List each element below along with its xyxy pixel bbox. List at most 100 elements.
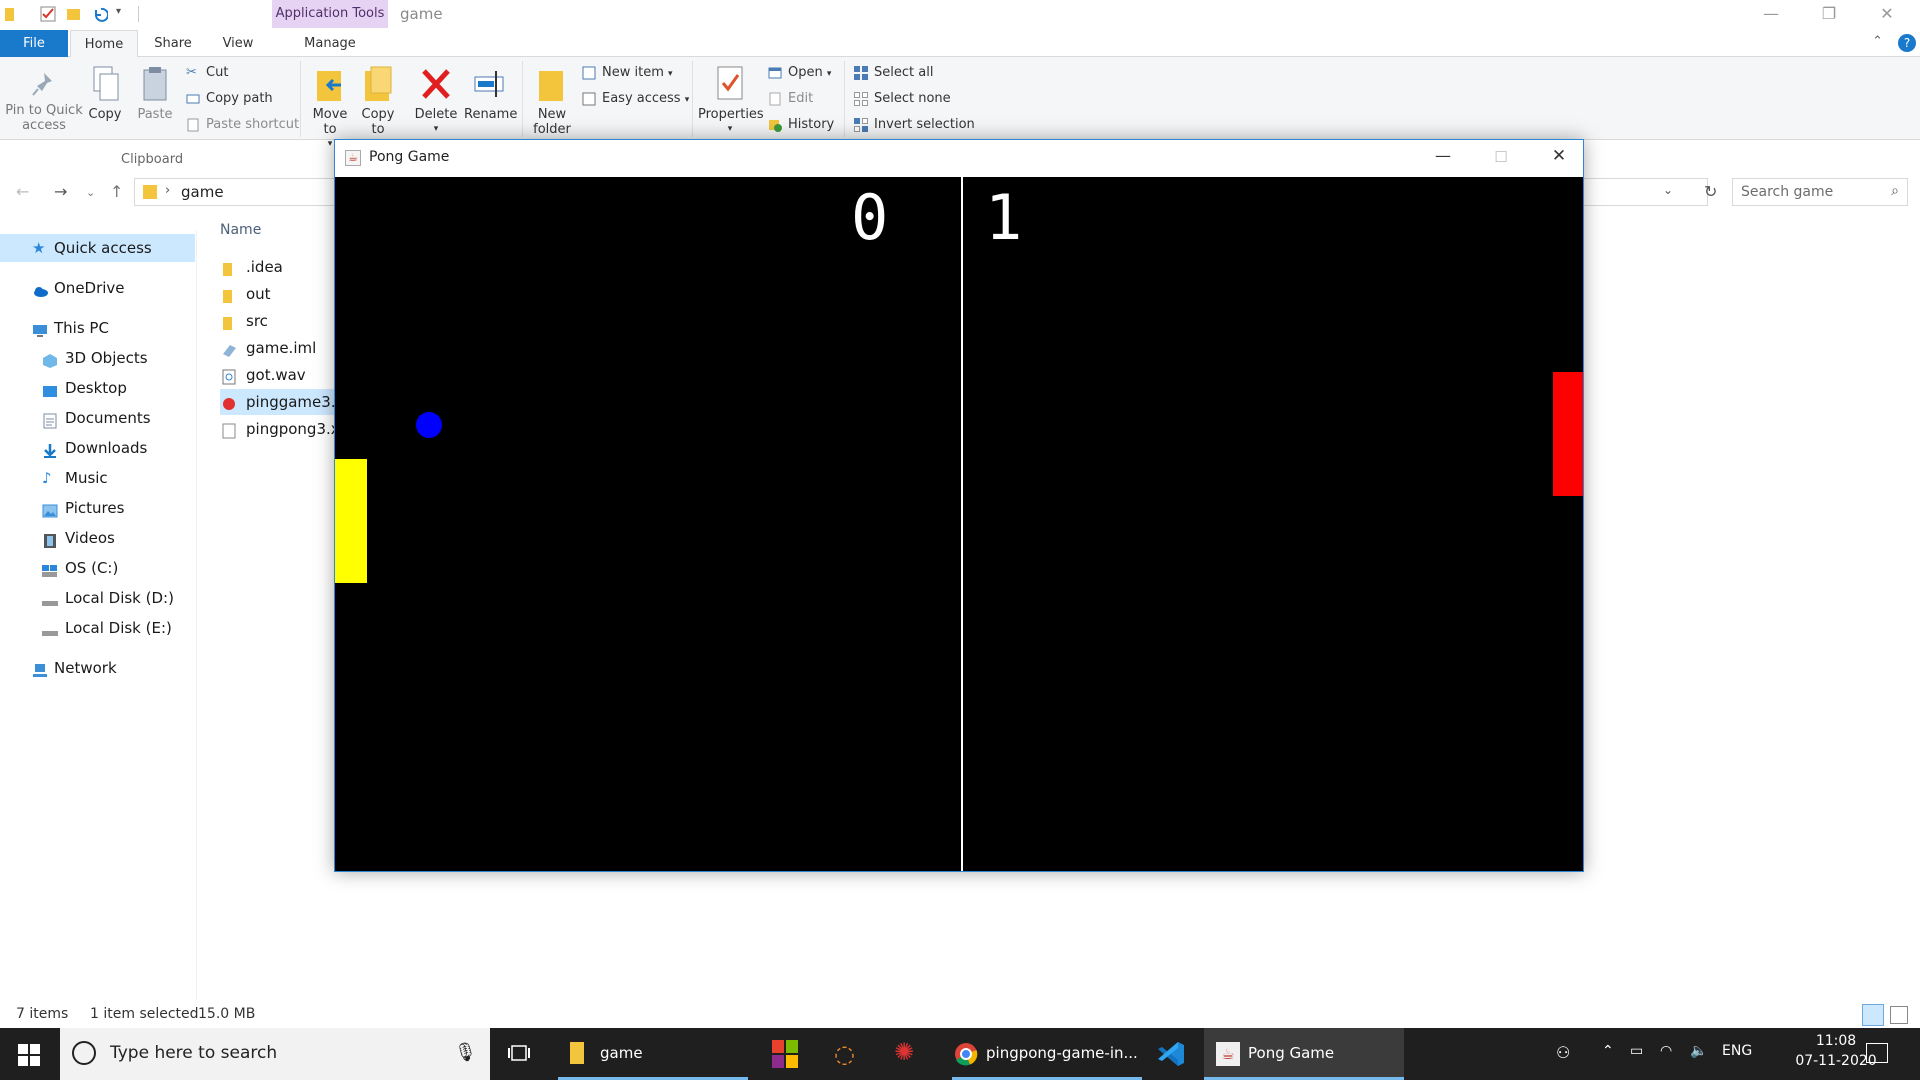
forward-arrow-icon[interactable]: →: [54, 182, 67, 201]
search-box[interactable]: Search game ⌕: [1732, 178, 1908, 206]
refresh-icon[interactable]: ↻: [1704, 182, 1717, 201]
nav-pictures[interactable]: Pictures: [42, 494, 124, 522]
people-icon[interactable]: ⚇: [1556, 1043, 1570, 1062]
battery-icon[interactable]: ▭: [1630, 1043, 1643, 1059]
search-input[interactable]: Search game: [1741, 184, 1833, 200]
invert-selection-button[interactable]: Invert selection: [852, 115, 975, 135]
nav-disk-e[interactable]: Local Disk (E:): [42, 614, 172, 642]
tab-file[interactable]: File: [0, 30, 68, 57]
cut-label: Cut: [206, 65, 229, 80]
nav-this-pc[interactable]: This PC: [32, 314, 109, 342]
tab-manage[interactable]: Manage: [272, 30, 388, 57]
microphone-icon[interactable]: 🎙: [454, 1042, 477, 1063]
nav-disk-e-label: Local Disk (E:): [65, 619, 172, 637]
pong-minimize-icon[interactable]: —: [1421, 146, 1465, 170]
nav-3d-objects[interactable]: 3D Objects: [42, 344, 148, 372]
explorer-titlebar: ▾ Application Tools game — ❐ ✕: [0, 0, 1920, 30]
copy-button[interactable]: Copy: [84, 65, 126, 122]
pane-divider[interactable]: [196, 230, 197, 1000]
open-button[interactable]: Open ▾: [766, 63, 831, 83]
folder-icon[interactable]: [4, 6, 20, 22]
qat-dropdown-icon[interactable]: ▾: [116, 6, 132, 22]
copy-icon: [90, 65, 120, 103]
paste-button[interactable]: Paste: [134, 65, 176, 122]
list-item[interactable]: pingpong3.xr: [220, 416, 338, 442]
recent-locations-chevron-icon[interactable]: ⌄: [86, 186, 95, 199]
nav-onedrive[interactable]: OneDrive: [32, 274, 125, 302]
show-hidden-icons-chevron-icon[interactable]: ⌃: [1602, 1043, 1614, 1059]
taskbar-app-eclipse[interactable]: ◌: [830, 1028, 870, 1080]
pin-label: Pin to Quick access: [5, 103, 83, 133]
tab-home[interactable]: Home: [70, 30, 138, 58]
nav-documents[interactable]: Documents: [42, 404, 151, 432]
restore-icon[interactable]: ❐: [1800, 0, 1858, 30]
list-item[interactable]: game.iml: [220, 335, 338, 361]
task-view-icon[interactable]: [508, 1042, 530, 1064]
new-folder-qat-icon[interactable]: [66, 6, 82, 22]
nav-music[interactable]: ♪ Music: [42, 464, 108, 492]
tab-share[interactable]: Share: [142, 30, 204, 57]
cut-button[interactable]: ✂ Cut: [184, 63, 228, 83]
properties-button[interactable]: Properties ▾: [698, 65, 764, 137]
volume-icon[interactable]: 🔈: [1690, 1043, 1707, 1059]
select-none-button[interactable]: Select none: [852, 89, 951, 109]
list-item[interactable]: src: [220, 308, 338, 334]
taskbar-search-box[interactable]: Type here to search 🎙: [60, 1028, 490, 1080]
taskbar-search-input[interactable]: Type here to search: [110, 1043, 277, 1063]
search-icon[interactable]: ⌕: [1891, 183, 1899, 199]
taskbar-app-office[interactable]: [770, 1028, 810, 1080]
pong-titlebar[interactable]: ☕ Pong Game — ☐ ✕: [335, 140, 1583, 177]
paste-shortcut-button[interactable]: Paste shortcut: [184, 115, 299, 135]
nav-desktop[interactable]: Desktop: [42, 374, 127, 402]
new-folder-button[interactable]: New folder: [530, 65, 574, 137]
nav-disk-d[interactable]: Local Disk (D:): [42, 584, 174, 612]
collapse-ribbon-icon[interactable]: ⌃: [1872, 34, 1883, 49]
pin-to-quick-access-button[interactable]: Pin to Quick access: [4, 69, 84, 133]
wifi-icon[interactable]: ◠: [1660, 1043, 1672, 1059]
copy-path-button[interactable]: Copy path: [184, 89, 273, 109]
taskbar-app-pong[interactable]: ☕ Pong Game: [1204, 1028, 1404, 1080]
taskbar-app-web-tool[interactable]: ✺: [890, 1028, 930, 1080]
nav-network[interactable]: Network: [32, 654, 117, 682]
list-item[interactable]: got.wav: [220, 362, 338, 388]
details-view-icon[interactable]: [1862, 1004, 1884, 1026]
delete-button[interactable]: Delete ▾: [414, 65, 458, 137]
list-item-selected[interactable]: pinggame3.e: [220, 389, 338, 415]
properties-check-icon[interactable]: [40, 6, 56, 22]
list-item[interactable]: out: [220, 281, 338, 307]
close-icon[interactable]: ✕: [1858, 0, 1916, 30]
action-center-icon[interactable]: [1866, 1043, 1888, 1063]
nav-quick-access[interactable]: ★ Quick access: [0, 234, 195, 262]
list-item[interactable]: .idea: [220, 254, 338, 280]
nav-os-c[interactable]: OS (C:): [42, 554, 118, 582]
easy-access-button[interactable]: Easy access ▾: [580, 89, 689, 109]
minimize-icon[interactable]: —: [1742, 0, 1800, 30]
rename-button[interactable]: Rename: [464, 65, 517, 122]
large-icons-view-icon[interactable]: [1890, 1006, 1908, 1024]
tab-view[interactable]: View: [206, 30, 270, 57]
edit-button[interactable]: Edit: [766, 89, 813, 109]
pong-close-icon[interactable]: ✕: [1537, 146, 1581, 170]
document-icon: [42, 410, 58, 429]
nav-videos-label: Videos: [65, 529, 115, 547]
game-canvas[interactable]: 0 1: [335, 177, 1583, 871]
history-button[interactable]: History: [766, 115, 834, 135]
nav-downloads[interactable]: Downloads: [42, 434, 147, 462]
address-path[interactable]: game: [181, 183, 224, 201]
select-all-button[interactable]: Select all: [852, 63, 933, 83]
input-language[interactable]: ENG: [1722, 1043, 1752, 1059]
open-label: Open: [788, 65, 823, 80]
new-item-button[interactable]: New item ▾: [580, 63, 673, 83]
address-dropdown-icon[interactable]: ⌄: [1663, 183, 1673, 197]
taskbar-app-chrome[interactable]: pingpong-game-in...: [952, 1028, 1142, 1080]
taskbar-app-vscode[interactable]: [1156, 1028, 1196, 1080]
up-arrow-icon[interactable]: ↑: [110, 182, 123, 201]
help-icon[interactable]: ?: [1898, 34, 1916, 52]
undo-icon[interactable]: [92, 6, 109, 22]
pong-maximize-icon[interactable]: ☐: [1479, 148, 1523, 172]
nav-videos[interactable]: Videos: [42, 524, 115, 552]
file-list: .idea out src game.iml got.wav pinggame3…: [216, 218, 338, 458]
taskbar-app-explorer[interactable]: game: [558, 1028, 748, 1080]
windows-start-icon[interactable]: [18, 1044, 40, 1066]
back-arrow-icon[interactable]: ←: [16, 182, 29, 201]
